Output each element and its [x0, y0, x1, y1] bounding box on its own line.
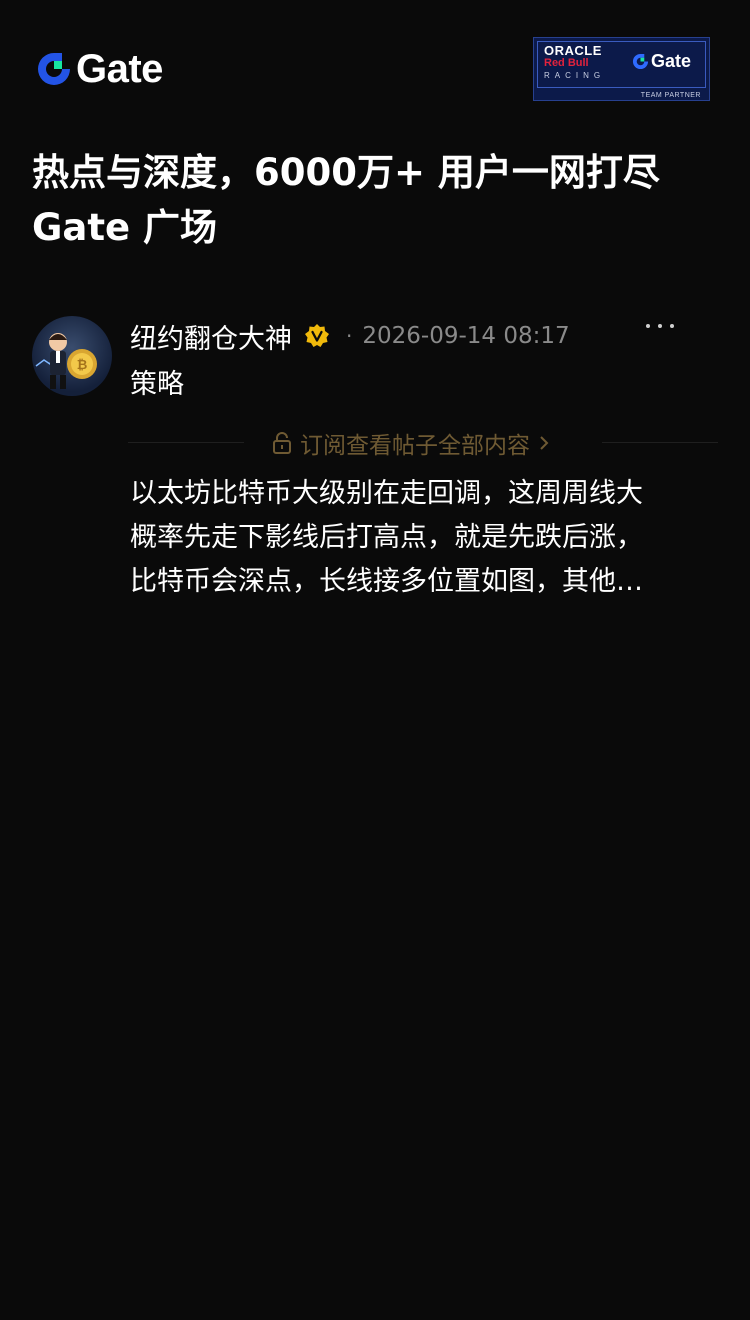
separator-dot: · — [346, 324, 353, 348]
author-name[interactable]: 纽约翻仓大神 — [130, 317, 292, 356]
verified-badge-icon — [305, 324, 329, 347]
partner-gate: Gate — [632, 51, 691, 72]
partner-team-label: TEAM PARTNER — [640, 92, 701, 99]
divider-left — [128, 442, 244, 443]
gate-logo-small-icon — [632, 53, 649, 70]
partner-oracle: ORACLE — [544, 43, 602, 58]
content-line-1: 以太坊比特币大级别在走回调，这周周线大 — [130, 478, 643, 509]
team-partner-badge: ORACLE Red Bull RACING Gate TEAM PARTNER — [533, 37, 710, 101]
partner-gate-text: Gate — [651, 51, 692, 71]
avatar[interactable]: ₿ — [32, 316, 112, 396]
partner-racing: RACING — [544, 71, 606, 80]
avatar-image: ₿ — [35, 333, 97, 389]
chevron-right-icon — [540, 436, 549, 450]
app-header: Gate ORACLE Red Bull RACING Gate TEAM PA… — [0, 0, 750, 130]
subscribe-banner[interactable]: 订阅查看帖子全部内容 — [128, 428, 718, 459]
more-icon[interactable] — [646, 324, 674, 328]
logo-text: Gate — [76, 47, 163, 91]
lock-icon — [273, 432, 291, 454]
headline-line-1: 热点与深度，6000万+ 用户一网打尽 — [32, 151, 660, 194]
post-content[interactable]: 以太坊比特币大级别在走回调，这周周线大 概率先走下影线后打高点，就是先跌后涨， … — [130, 472, 710, 604]
subscribe-label: 订阅查看帖子全部内容 — [300, 433, 530, 459]
page-headline: 热点与深度，6000万+ 用户一网打尽 Gate 广场 — [32, 145, 722, 255]
headline-line-2: Gate 广场 — [32, 206, 217, 249]
content-line-2: 概率先走下影线后打高点，就是先跌后涨， — [130, 522, 643, 553]
svg-text:₿: ₿ — [77, 357, 88, 372]
subscribe-link[interactable]: 订阅查看帖子全部内容 — [272, 428, 550, 459]
author-row: 纽约翻仓大神 · 2026-09-14 08:17 — [130, 317, 570, 356]
post-timestamp: 2026-09-14 08:17 — [362, 323, 570, 349]
content-line-3: 比特币会深点，长线接多位置如图，其他… — [130, 566, 643, 597]
divider-right — [602, 442, 718, 443]
gate-logo[interactable]: Gate — [36, 47, 163, 91]
gate-logo-icon — [38, 53, 70, 85]
partner-redbull: Red Bull — [544, 57, 589, 69]
post-tag[interactable]: 策略 — [130, 362, 184, 401]
